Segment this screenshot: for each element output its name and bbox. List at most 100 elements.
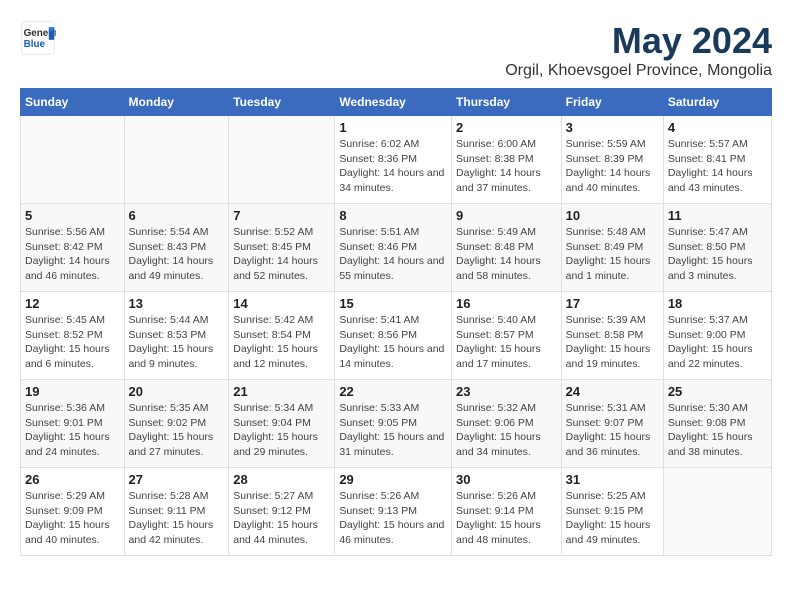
day-number: 30 bbox=[456, 472, 557, 487]
day-cell: 23 Sunrise: 5:32 AM Sunset: 9:06 PM Dayli… bbox=[452, 380, 562, 468]
day-number: 11 bbox=[668, 208, 767, 223]
day-number: 21 bbox=[233, 384, 330, 399]
day-info: Sunrise: 5:36 AM Sunset: 9:01 PM Dayligh… bbox=[25, 401, 120, 460]
day-cell: 9 Sunrise: 5:49 AM Sunset: 8:48 PM Daylig… bbox=[452, 204, 562, 292]
day-number: 20 bbox=[129, 384, 225, 399]
day-cell bbox=[663, 468, 771, 556]
day-info: Sunrise: 5:52 AM Sunset: 8:45 PM Dayligh… bbox=[233, 225, 330, 284]
day-info: Sunrise: 5:35 AM Sunset: 9:02 PM Dayligh… bbox=[129, 401, 225, 460]
day-number: 10 bbox=[566, 208, 659, 223]
day-info: Sunrise: 6:02 AM Sunset: 8:36 PM Dayligh… bbox=[339, 137, 447, 196]
day-number: 23 bbox=[456, 384, 557, 399]
day-number: 14 bbox=[233, 296, 330, 311]
day-cell: 1 Sunrise: 6:02 AM Sunset: 8:36 PM Daylig… bbox=[335, 116, 452, 204]
day-cell: 12 Sunrise: 5:45 AM Sunset: 8:52 PM Dayli… bbox=[21, 292, 125, 380]
day-number: 6 bbox=[129, 208, 225, 223]
day-cell: 22 Sunrise: 5:33 AM Sunset: 9:05 PM Dayli… bbox=[335, 380, 452, 468]
day-cell: 6 Sunrise: 5:54 AM Sunset: 8:43 PM Daylig… bbox=[124, 204, 229, 292]
day-cell bbox=[21, 116, 125, 204]
week-row-1: 1 Sunrise: 6:02 AM Sunset: 8:36 PM Daylig… bbox=[21, 116, 772, 204]
main-title: May 2024 bbox=[505, 20, 772, 62]
day-cell: 3 Sunrise: 5:59 AM Sunset: 8:39 PM Daylig… bbox=[561, 116, 663, 204]
day-number: 7 bbox=[233, 208, 330, 223]
day-cell: 31Sunrise: 5:25 AM Sunset: 9:15 PM Dayli… bbox=[561, 468, 663, 556]
day-info: Sunrise: 5:32 AM Sunset: 9:06 PM Dayligh… bbox=[456, 401, 557, 460]
day-number: 19 bbox=[25, 384, 120, 399]
logo-icon: General Blue bbox=[20, 20, 56, 56]
day-info: Sunrise: 5:42 AM Sunset: 8:54 PM Dayligh… bbox=[233, 313, 330, 372]
header-sunday: Sunday bbox=[21, 89, 125, 116]
day-info: Sunrise: 5:40 AM Sunset: 8:57 PM Dayligh… bbox=[456, 313, 557, 372]
day-info: Sunrise: 5:30 AM Sunset: 9:08 PM Dayligh… bbox=[668, 401, 767, 460]
header-wednesday: Wednesday bbox=[335, 89, 452, 116]
day-info: Sunrise: 5:45 AM Sunset: 8:52 PM Dayligh… bbox=[25, 313, 120, 372]
day-cell: 18 Sunrise: 5:37 AM Sunset: 9:00 PM Dayli… bbox=[663, 292, 771, 380]
calendar-table: Sunday Monday Tuesday Wednesday Thursday… bbox=[20, 88, 772, 556]
week-row-2: 5Sunrise: 5:56 AM Sunset: 8:42 PM Daylig… bbox=[21, 204, 772, 292]
day-info: Sunrise: 5:26 AM Sunset: 9:14 PM Dayligh… bbox=[456, 489, 557, 548]
subtitle: Orgil, Khoevsgoel Province, Mongolia bbox=[505, 62, 772, 80]
day-number: 28 bbox=[233, 472, 330, 487]
header: General Blue May 2024 Orgil, Khoevsgoel … bbox=[20, 20, 772, 80]
day-info: Sunrise: 5:44 AM Sunset: 8:53 PM Dayligh… bbox=[129, 313, 225, 372]
header-thursday: Thursday bbox=[452, 89, 562, 116]
day-cell bbox=[229, 116, 335, 204]
header-tuesday: Tuesday bbox=[229, 89, 335, 116]
header-row: Sunday Monday Tuesday Wednesday Thursday… bbox=[21, 89, 772, 116]
day-number: 5 bbox=[25, 208, 120, 223]
day-cell: 16Sunrise: 5:40 AM Sunset: 8:57 PM Dayli… bbox=[452, 292, 562, 380]
day-cell: 5Sunrise: 5:56 AM Sunset: 8:42 PM Daylig… bbox=[21, 204, 125, 292]
day-info: Sunrise: 5:31 AM Sunset: 9:07 PM Dayligh… bbox=[566, 401, 659, 460]
day-number: 9 bbox=[456, 208, 557, 223]
day-cell: 28Sunrise: 5:27 AM Sunset: 9:12 PM Dayli… bbox=[229, 468, 335, 556]
day-info: Sunrise: 5:34 AM Sunset: 9:04 PM Dayligh… bbox=[233, 401, 330, 460]
day-cell: 21 Sunrise: 5:34 AM Sunset: 9:04 PM Dayli… bbox=[229, 380, 335, 468]
day-number: 18 bbox=[668, 296, 767, 311]
day-info: Sunrise: 5:26 AM Sunset: 9:13 PM Dayligh… bbox=[339, 489, 447, 548]
title-block: May 2024 Orgil, Khoevsgoel Province, Mon… bbox=[505, 20, 772, 80]
day-number: 12 bbox=[25, 296, 120, 311]
day-cell: 15Sunrise: 5:41 AM Sunset: 8:56 PM Dayli… bbox=[335, 292, 452, 380]
day-info: Sunrise: 5:28 AM Sunset: 9:11 PM Dayligh… bbox=[129, 489, 225, 548]
day-number: 24 bbox=[566, 384, 659, 399]
day-cell: 4Sunrise: 5:57 AM Sunset: 8:41 PM Daylig… bbox=[663, 116, 771, 204]
day-cell: 19 Sunrise: 5:36 AM Sunset: 9:01 PM Dayli… bbox=[21, 380, 125, 468]
day-info: Sunrise: 5:37 AM Sunset: 9:00 PM Dayligh… bbox=[668, 313, 767, 372]
page: General Blue May 2024 Orgil, Khoevsgoel … bbox=[0, 0, 792, 566]
week-row-4: 19 Sunrise: 5:36 AM Sunset: 9:01 PM Dayli… bbox=[21, 380, 772, 468]
header-friday: Friday bbox=[561, 89, 663, 116]
day-info: Sunrise: 5:29 AM Sunset: 9:09 PM Dayligh… bbox=[25, 489, 120, 548]
day-info: Sunrise: 5:51 AM Sunset: 8:46 PM Dayligh… bbox=[339, 225, 447, 284]
logo: General Blue bbox=[20, 20, 56, 56]
day-number: 22 bbox=[339, 384, 447, 399]
day-info: Sunrise: 5:59 AM Sunset: 8:39 PM Dayligh… bbox=[566, 137, 659, 196]
day-cell: 29Sunrise: 5:26 AM Sunset: 9:13 PM Dayli… bbox=[335, 468, 452, 556]
header-saturday: Saturday bbox=[663, 89, 771, 116]
day-cell: 24 Sunrise: 5:31 AM Sunset: 9:07 PM Dayli… bbox=[561, 380, 663, 468]
day-info: Sunrise: 5:39 AM Sunset: 8:58 PM Dayligh… bbox=[566, 313, 659, 372]
day-cell bbox=[124, 116, 229, 204]
day-number: 3 bbox=[566, 120, 659, 135]
day-number: 1 bbox=[339, 120, 447, 135]
day-cell: 10 Sunrise: 5:48 AM Sunset: 8:49 PM Dayli… bbox=[561, 204, 663, 292]
day-cell: 26 Sunrise: 5:29 AM Sunset: 9:09 PM Dayli… bbox=[21, 468, 125, 556]
day-cell: 13 Sunrise: 5:44 AM Sunset: 8:53 PM Dayli… bbox=[124, 292, 229, 380]
day-info: Sunrise: 5:49 AM Sunset: 8:48 PM Dayligh… bbox=[456, 225, 557, 284]
day-cell: 25Sunrise: 5:30 AM Sunset: 9:08 PM Dayli… bbox=[663, 380, 771, 468]
day-number: 8 bbox=[339, 208, 447, 223]
day-number: 2 bbox=[456, 120, 557, 135]
day-cell: 20 Sunrise: 5:35 AM Sunset: 9:02 PM Dayli… bbox=[124, 380, 229, 468]
day-number: 26 bbox=[25, 472, 120, 487]
day-info: Sunrise: 5:33 AM Sunset: 9:05 PM Dayligh… bbox=[339, 401, 447, 460]
day-cell: 8 Sunrise: 5:51 AM Sunset: 8:46 PM Daylig… bbox=[335, 204, 452, 292]
day-info: Sunrise: 5:54 AM Sunset: 8:43 PM Dayligh… bbox=[129, 225, 225, 284]
day-number: 27 bbox=[129, 472, 225, 487]
day-number: 4 bbox=[668, 120, 767, 135]
day-cell: 7 Sunrise: 5:52 AM Sunset: 8:45 PM Daylig… bbox=[229, 204, 335, 292]
day-number: 13 bbox=[129, 296, 225, 311]
day-cell: 27 Sunrise: 5:28 AM Sunset: 9:11 PM Dayli… bbox=[124, 468, 229, 556]
day-cell: 2Sunrise: 6:00 AM Sunset: 8:38 PM Daylig… bbox=[452, 116, 562, 204]
day-info: Sunrise: 5:47 AM Sunset: 8:50 PM Dayligh… bbox=[668, 225, 767, 284]
day-info: Sunrise: 5:48 AM Sunset: 8:49 PM Dayligh… bbox=[566, 225, 659, 284]
day-number: 17 bbox=[566, 296, 659, 311]
